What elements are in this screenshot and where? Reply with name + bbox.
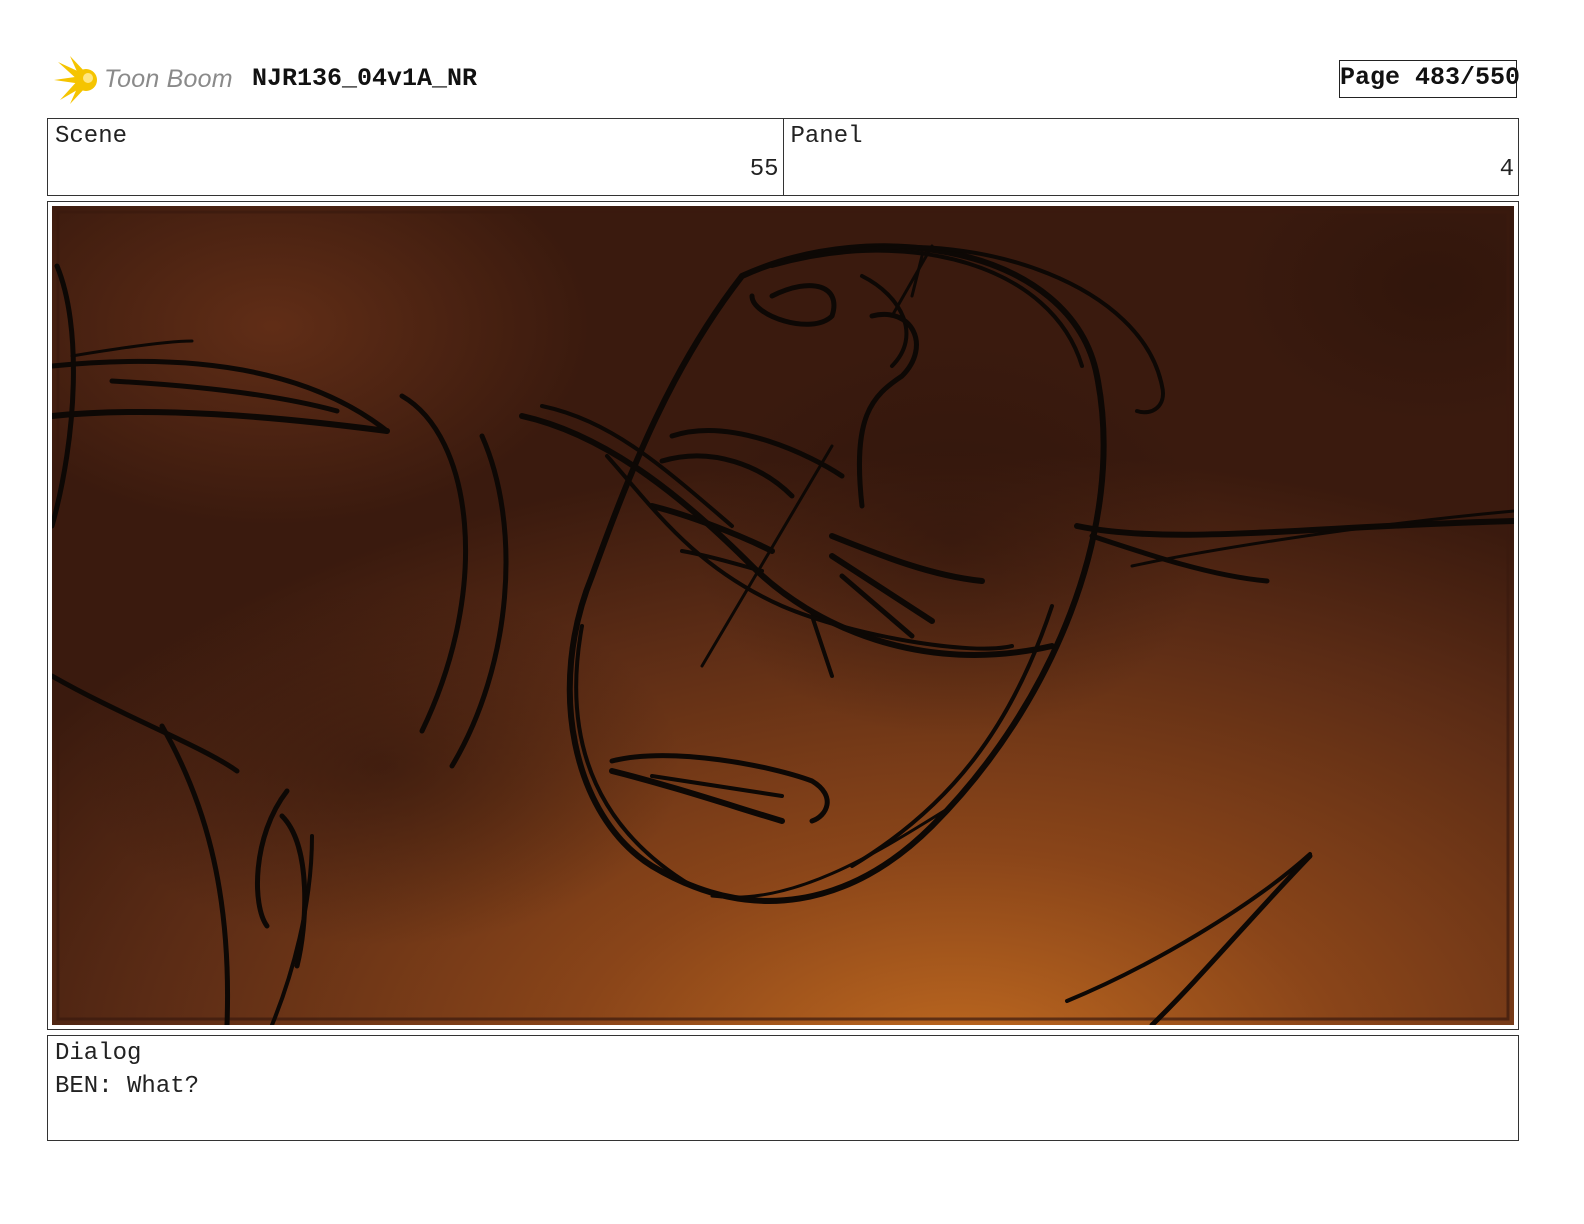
dialog-box: Dialog BEN: What? [47, 1035, 1519, 1141]
page-header: Toon Boom NJR136_04v1A_NR [52, 54, 1532, 106]
scene-value: 55 [749, 156, 779, 183]
panel-cell: Panel 4 [782, 119, 1519, 195]
logo-text: Toon Boom [104, 65, 233, 93]
panel-value: 4 [1499, 156, 1514, 183]
storyboard-panel-frame [47, 201, 1519, 1030]
dialog-label: Dialog [55, 1040, 142, 1067]
scene-panel-info: Scene 55 Panel 4 [47, 118, 1519, 196]
starburst-logo-icon [54, 56, 97, 104]
rough-sketch-artwork [52, 206, 1514, 1025]
page-indicator: Page 483/550 [1339, 60, 1520, 98]
dialog-text: BEN: What? [55, 1073, 200, 1100]
toon-boom-logo: Toon Boom [52, 54, 242, 106]
panel-label: Panel [790, 123, 863, 150]
scene-cell: Scene 55 [48, 119, 783, 195]
project-title: NJR136_04v1A_NR [252, 64, 478, 93]
storyboard-panel-image [52, 206, 1514, 1025]
scene-label: Scene [55, 123, 128, 150]
